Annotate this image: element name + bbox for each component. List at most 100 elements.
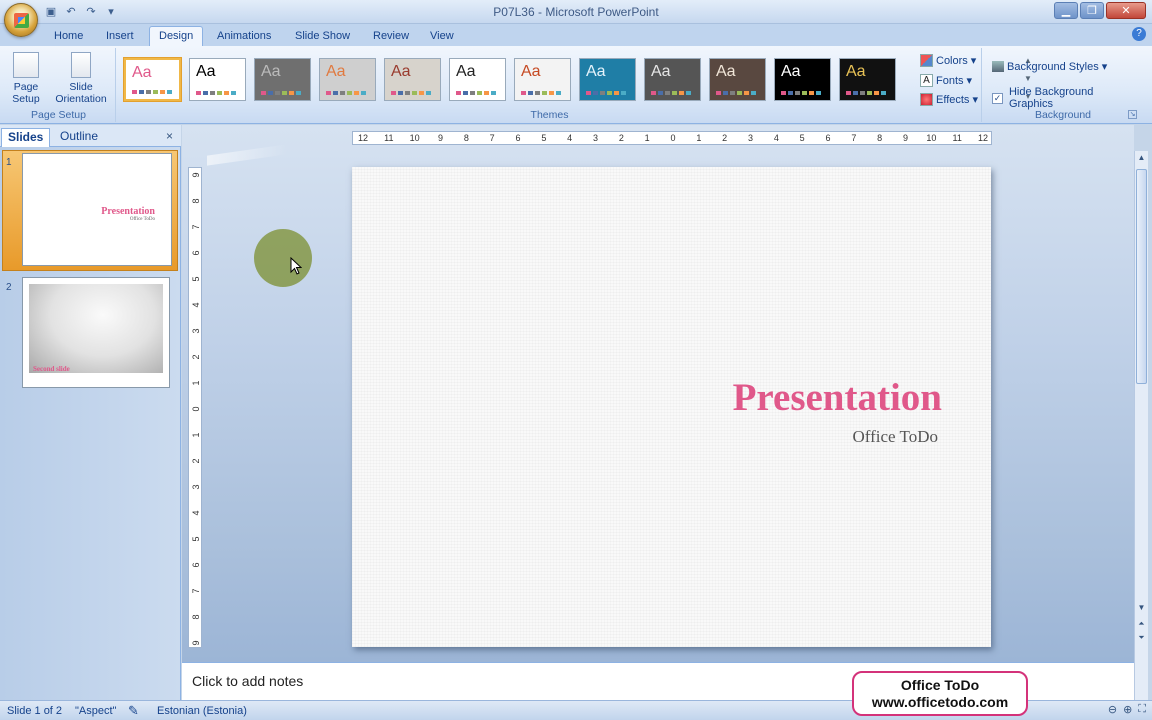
ruler-tick-label: 2 [722, 133, 728, 143]
theme-option[interactable]: Aa [644, 58, 701, 101]
background-group-label: Background [1034, 109, 1092, 121]
effects-button[interactable]: Effects ▾ [920, 93, 978, 106]
close-pane-icon[interactable]: × [166, 129, 173, 143]
page-setup-icon [13, 52, 39, 78]
theme-option[interactable]: Aa [839, 58, 896, 101]
theme-option[interactable]: Aa [384, 58, 441, 101]
ruler-tick-label: 12 [357, 133, 369, 143]
zoom-out-icon[interactable]: ⊖ [1108, 703, 1117, 716]
slide-number-2: 2 [6, 282, 12, 293]
ruler-tick-label: 10 [926, 133, 937, 143]
ruler-tick-label: 2 [618, 133, 624, 143]
slide-editing-area[interactable]: 12 11 10 9 8 7 6 5 4 3 2 1 0 1 2 3 4 5 6 7 8 9 10 11 12 98765432… [182, 125, 1134, 662]
minimize-button[interactable]: ▁ [1054, 2, 1078, 19]
spelling-check-icon[interactable]: ✎ [128, 703, 139, 719]
theme-option[interactable]: Aa [709, 58, 766, 101]
ruler-tick-label: 3 [191, 328, 201, 334]
tab-review[interactable]: Review [364, 28, 418, 46]
previous-slide-icon[interactable]: ⏶ [1135, 619, 1148, 629]
fonts-button[interactable]: A Fonts ▾ [920, 74, 972, 87]
theme-color-swatches [586, 91, 626, 95]
close-button[interactable]: ✕ [1106, 2, 1146, 19]
effects-icon [920, 93, 933, 106]
theme-option[interactable]: Aa [124, 58, 181, 101]
theme-option[interactable]: Aa [774, 58, 831, 101]
language-status[interactable]: Estonian (Estonia) [157, 705, 247, 717]
tab-home[interactable]: Home [45, 28, 92, 46]
fit-to-window-icon[interactable]: ⛶ [1138, 703, 1146, 716]
office-button[interactable] [4, 3, 38, 37]
ruler-tick-label: 2 [191, 458, 201, 464]
scroll-up-icon[interactable]: ▲ [1135, 153, 1148, 162]
theme-preview-text: Aa [781, 63, 801, 80]
ruler-tick-label: 2 [191, 354, 201, 360]
ruler-tick-label: 8 [191, 198, 201, 204]
hide-background-graphics-checkbox[interactable]: ✓ Hide Background Graphics [992, 86, 1140, 110]
slide-orientation-button[interactable]: Slide Orientation [52, 52, 110, 105]
tab-slides[interactable]: Slides [1, 128, 51, 147]
theme-option[interactable]: Aa [449, 58, 506, 101]
tab-design[interactable]: Design [149, 26, 204, 46]
theme-preview-text: Aa [391, 63, 411, 80]
theme-preview-text: Aa [326, 63, 346, 80]
ruler-tick-label: 6 [515, 133, 521, 143]
ruler-tick-label: 1 [696, 133, 702, 143]
title-bar: ▣ ↶ ↷ ▾ P07L36 - Microsoft PowerPoint ▁ … [0, 0, 1152, 24]
tab-animations[interactable]: Animations [208, 28, 280, 46]
theme-name-status: "Aspect" [75, 705, 117, 717]
background-dialog-launcher-icon[interactable]: ↘ [1128, 110, 1137, 119]
notes-scrollbar[interactable] [1134, 662, 1148, 700]
slides-pane: Slides Outline × 1 Presentation Office T… [0, 125, 181, 701]
slide-number-1: 1 [6, 157, 12, 168]
background-styles-icon [992, 61, 1004, 72]
ruler-tick-label: 12 [977, 133, 989, 143]
theme-preview-text: Aa [261, 63, 281, 80]
thumb-1-subtitle: Office ToDo [129, 217, 155, 222]
slide-canvas[interactable]: Presentation Office ToDo [352, 167, 991, 647]
slide-subtitle[interactable]: Office ToDo [852, 427, 938, 447]
theme-option[interactable]: Aa [514, 58, 571, 101]
ruler-tick-label: 9 [191, 172, 201, 178]
zoom-in-icon[interactable]: ⊕ [1123, 703, 1132, 716]
theme-color-swatches [456, 91, 496, 95]
page-setup-button[interactable]: Page Setup [4, 52, 48, 105]
slide-title[interactable]: Presentation [733, 375, 942, 420]
officetodo-watermark: Office ToDo www.officetodo.com [852, 671, 1028, 716]
tab-insert[interactable]: Insert [97, 28, 143, 46]
scroll-down-icon[interactable]: ▼ [1135, 603, 1148, 612]
window-controls: ▁ ❐ ✕ [1054, 2, 1146, 19]
theme-color-swatches [521, 91, 561, 95]
notes-placeholder[interactable]: Click to add notes [192, 673, 303, 689]
tab-slide-show[interactable]: Slide Show [286, 28, 359, 46]
ruler-tick-label: 5 [191, 276, 201, 282]
ruler-tick-label: 4 [773, 133, 779, 143]
colors-button[interactable]: Colors ▾ [920, 54, 976, 67]
thumb-2-background [29, 284, 163, 373]
help-icon[interactable]: ? [1132, 27, 1146, 41]
ribbon-tabs: Home Insert Design Animations Slide Show… [0, 24, 1152, 46]
background-styles-button[interactable]: Background Styles ▾ [992, 60, 1107, 73]
window-title: P07L36 - Microsoft PowerPoint [493, 5, 659, 19]
tab-outline[interactable]: Outline [54, 128, 104, 147]
theme-preview-text: Aa [196, 63, 216, 80]
theme-option[interactable]: Aa [189, 58, 246, 101]
scrollbar-thumb[interactable] [1136, 169, 1147, 384]
theme-preview-text: Aa [521, 63, 541, 80]
ruler-tick-label: 11 [952, 133, 962, 143]
colors-icon [920, 54, 933, 67]
slide-thumbnail-2[interactable]: Second slide [22, 277, 170, 388]
theme-option[interactable]: Aa [319, 58, 376, 101]
slide-thumbnail-1[interactable]: Presentation Office ToDo [22, 153, 172, 266]
ruler-tick-label: 7 [191, 224, 201, 230]
pane-tabs: Slides Outline × [0, 125, 181, 147]
theme-color-swatches [132, 90, 172, 94]
restore-button[interactable]: ❐ [1080, 2, 1104, 19]
slide-orientation-icon [71, 52, 91, 78]
ruler-tick-label: 11 [384, 133, 394, 143]
next-slide-icon[interactable]: ⏷ [1135, 633, 1148, 643]
theme-color-swatches [261, 91, 301, 95]
theme-option[interactable]: Aa [254, 58, 311, 101]
tab-view[interactable]: View [421, 28, 463, 46]
theme-option[interactable]: Aa [579, 58, 636, 101]
vertical-scrollbar[interactable]: ▲ ▼ ⏶ ⏷ [1134, 151, 1148, 662]
